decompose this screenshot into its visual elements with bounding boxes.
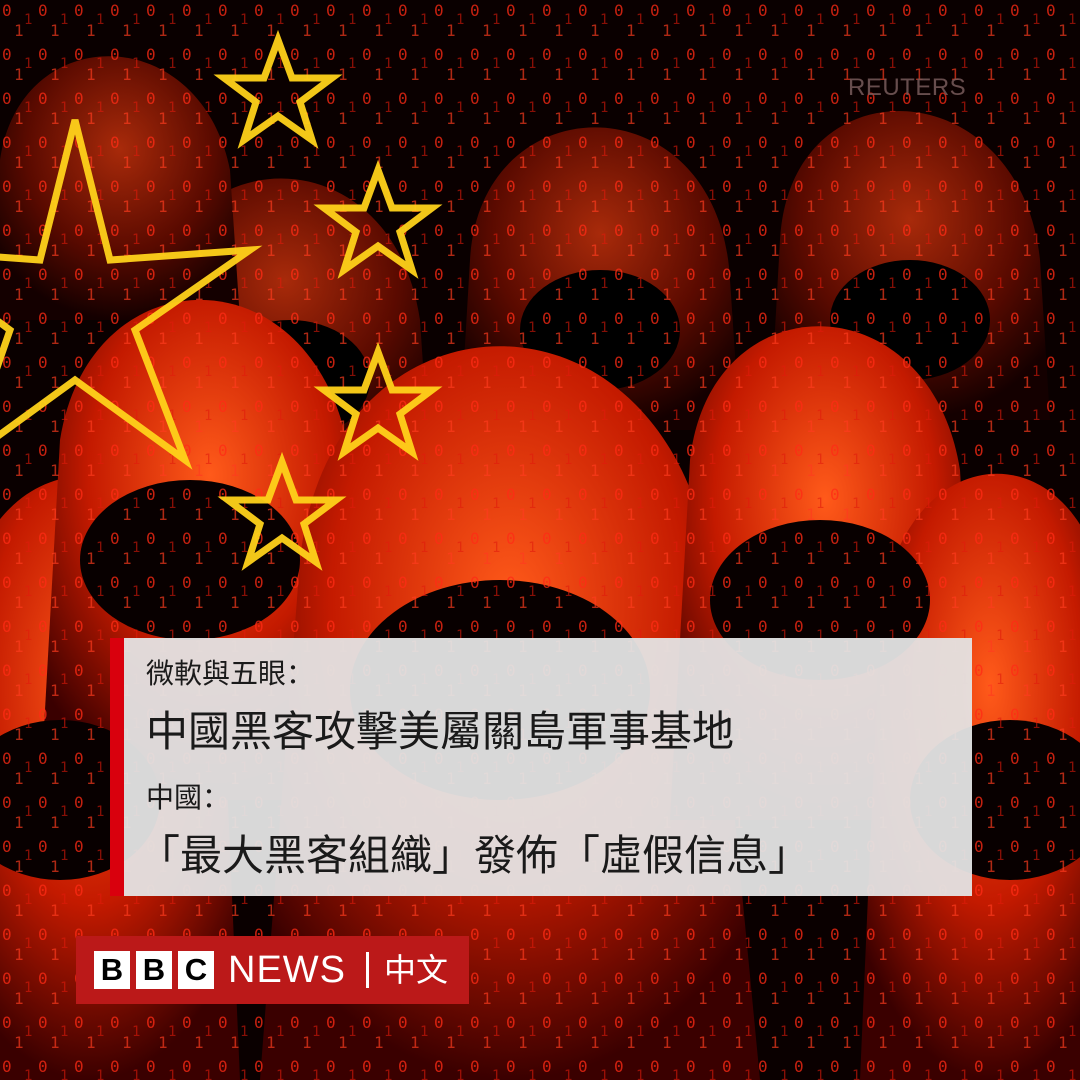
- logo-language-text: 中文: [384, 951, 449, 989]
- binary-code-overlay: [0, 0, 1080, 1080]
- logo-news-text: NEWS: [228, 949, 346, 991]
- headline-main: 中國黑客攻擊美屬關島軍事基地: [146, 707, 735, 756]
- news-graphic: 0 1 1: [0, 0, 1080, 1080]
- logo-separator: [366, 952, 369, 988]
- bbc-news-chinese-logo: B B C NEWS 中文: [76, 936, 469, 1004]
- logo-block-c: C: [178, 951, 214, 989]
- photo-credit: REUTERS: [848, 74, 967, 101]
- headline-kicker-2: 中國：: [146, 781, 231, 814]
- logo-block-b2: B: [136, 951, 172, 989]
- headline-accent-bar: [110, 638, 124, 896]
- logo-block-b1: B: [94, 951, 130, 989]
- headline-kicker: 微軟與五眼：: [146, 657, 315, 690]
- headline-quote: 「最大黑客組織」發佈「虛假信息」: [138, 831, 811, 880]
- hooded-hackers-background: 0 1 1: [0, 0, 1080, 1080]
- headline-panel: 微軟與五眼： 中國黑客攻擊美屬關島軍事基地 中國： 「最大黑客組織」發佈「虛假信…: [110, 638, 972, 896]
